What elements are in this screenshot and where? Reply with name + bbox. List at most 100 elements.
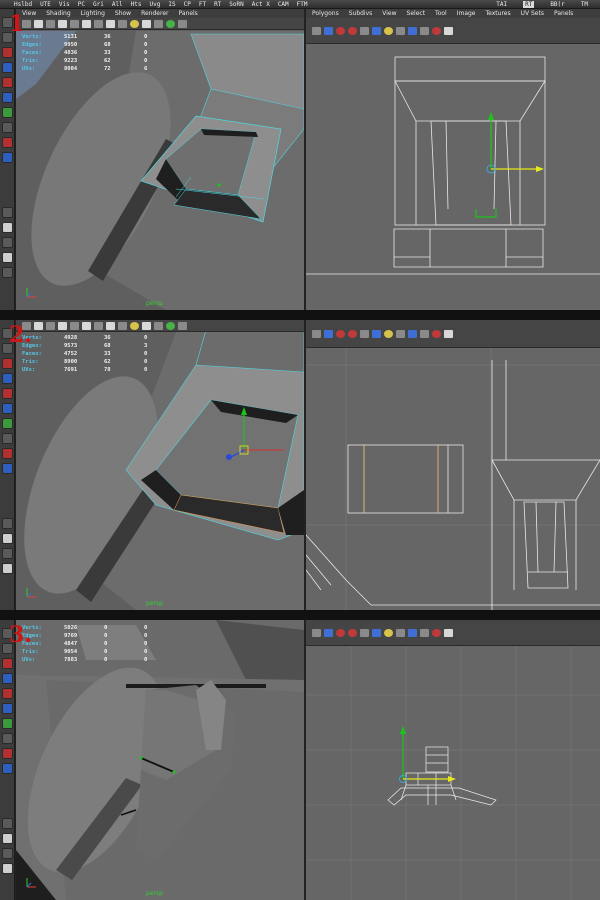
flip-icon[interactable] <box>312 628 321 637</box>
shaded-uv-icon[interactable] <box>444 26 453 35</box>
shadow-icon[interactable] <box>118 321 127 330</box>
wireframe-icon[interactable] <box>70 321 79 330</box>
snap-icon[interactable] <box>396 26 405 35</box>
scale-tool-icon[interactable] <box>1 703 13 714</box>
menu-uv-panels[interactable]: Panels <box>554 10 573 17</box>
perspective-viewport[interactable]: View Shading Lighting Show Renderer Pane… <box>16 9 304 310</box>
grid-uv-icon[interactable] <box>384 628 393 637</box>
rotate-uv-icon[interactable] <box>324 628 333 637</box>
smooth-shade-icon[interactable] <box>82 19 91 28</box>
shelf-button[interactable]: TAI <box>496 1 507 8</box>
field-chart-icon[interactable] <box>178 19 187 28</box>
flip-icon[interactable] <box>312 329 321 338</box>
move-sew-icon[interactable] <box>360 329 369 338</box>
bookmark-icon[interactable] <box>46 321 55 330</box>
rotate-tool-icon[interactable] <box>1 77 13 88</box>
menu-lighting[interactable]: Lighting <box>81 10 105 17</box>
shelf-tab[interactable]: Vis <box>59 1 70 8</box>
shadow-icon[interactable] <box>118 19 127 28</box>
snap-icon[interactable] <box>396 329 405 338</box>
cut-uv-icon[interactable] <box>336 329 345 338</box>
shelf-tab[interactable]: All <box>112 1 123 8</box>
shelf-tab[interactable]: RT <box>214 1 221 8</box>
layout-uv-icon[interactable] <box>372 329 381 338</box>
layout-four-icon[interactable] <box>1 222 13 233</box>
layout-four-icon[interactable] <box>1 833 13 844</box>
soft-mod-icon[interactable] <box>1 748 13 759</box>
show-manip-icon[interactable] <box>1 152 13 163</box>
isolate-uv-icon[interactable] <box>408 329 417 338</box>
grid-icon[interactable] <box>34 321 43 330</box>
show-manip-icon[interactable] <box>1 763 13 774</box>
shelf-tab[interactable]: PC <box>78 1 85 8</box>
perspective-viewport[interactable]: Verts: 5026 0 0 Edges: 9769 0 0 Faces: 4847 0 0 Tris… <box>16 620 304 900</box>
shelf-tab[interactable]: Gri <box>93 1 104 8</box>
shelf-button[interactable]: BB(r <box>550 1 564 8</box>
checker-icon[interactable] <box>432 26 441 35</box>
shelf-tab[interactable]: Hslbd <box>14 1 32 8</box>
last-tool-icon[interactable] <box>1 433 13 444</box>
layout-uv-icon[interactable] <box>372 628 381 637</box>
rotate-tool-icon[interactable] <box>1 688 13 699</box>
menu-tool[interactable]: Tool <box>435 10 447 17</box>
field-chart-icon[interactable] <box>178 321 187 330</box>
manipulator-icon[interactable] <box>1 418 13 429</box>
shelf-button[interactable]: RT <box>523 0 535 8</box>
shelf-tab[interactable]: Act X <box>252 1 270 8</box>
checker-icon[interactable] <box>432 329 441 338</box>
paint-tool-icon[interactable] <box>1 47 13 58</box>
xray-icon[interactable] <box>142 321 151 330</box>
layout-side-icon[interactable] <box>1 237 13 248</box>
uv-texture-editor[interactable] <box>306 320 600 610</box>
outliner-icon[interactable] <box>1 863 13 874</box>
image-plane-icon[interactable] <box>58 321 67 330</box>
manipulator-icon[interactable] <box>1 107 13 118</box>
move-sew-icon[interactable] <box>360 628 369 637</box>
film-gate-icon[interactable] <box>166 19 175 28</box>
shelf-button[interactable]: TM <box>581 1 588 8</box>
light-icon[interactable] <box>106 321 115 330</box>
light-icon[interactable] <box>106 19 115 28</box>
isolate-uv-icon[interactable] <box>408 26 417 35</box>
menu-select[interactable]: Select <box>407 10 426 17</box>
soft-mod-icon[interactable] <box>1 448 13 459</box>
move-tool-icon[interactable] <box>1 373 13 384</box>
shelf-tab[interactable]: IS <box>168 1 175 8</box>
shelf-tab[interactable]: FT <box>199 1 206 8</box>
shelf-tab[interactable]: CAM <box>278 1 289 8</box>
menu-image[interactable]: Image <box>457 10 476 17</box>
flip-icon[interactable] <box>312 26 321 35</box>
sew-uv-icon[interactable] <box>348 26 357 35</box>
uv-texture-editor[interactable]: Polygons Subdivs View Select Tool Image … <box>306 9 600 310</box>
shelf-tab[interactable]: Uvg <box>150 1 161 8</box>
menu-subdivs[interactable]: Subdivs <box>349 10 373 17</box>
rotate-uv-icon[interactable] <box>324 26 333 35</box>
last-tool-icon[interactable] <box>1 733 13 744</box>
scale-tool-icon[interactable] <box>1 403 13 414</box>
sew-uv-icon[interactable] <box>348 628 357 637</box>
menu-uv-sets[interactable]: UV Sets <box>521 10 544 17</box>
rotate-tool-icon[interactable] <box>1 388 13 399</box>
layout-single-icon[interactable] <box>1 207 13 218</box>
move-tool-icon[interactable] <box>1 62 13 73</box>
perspective-viewport[interactable]: Verts: 4928 36 0 Edges: 9573 68 3 Faces: 4752 33 0 T… <box>16 320 304 610</box>
film-gate-icon[interactable] <box>166 321 175 330</box>
rotate-uv-icon[interactable] <box>324 329 333 338</box>
dim-image-icon[interactable] <box>420 26 429 35</box>
menu-show[interactable]: Show <box>115 10 131 17</box>
paint-tool-icon[interactable] <box>1 658 13 669</box>
xray-icon[interactable] <box>142 19 151 28</box>
bookmark-icon[interactable] <box>46 19 55 28</box>
resolution-gate-icon[interactable] <box>154 321 163 330</box>
show-manip-icon[interactable] <box>1 463 13 474</box>
menu-uv-view[interactable]: View <box>382 10 396 17</box>
manipulator-icon[interactable] <box>1 718 13 729</box>
move-sew-icon[interactable] <box>360 26 369 35</box>
grid-uv-icon[interactable] <box>384 329 393 338</box>
shelf-tab[interactable]: FTM <box>297 1 308 8</box>
checker-icon[interactable] <box>432 628 441 637</box>
shaded-uv-icon[interactable] <box>444 329 453 338</box>
layout-four-icon[interactable] <box>1 533 13 544</box>
outliner-icon[interactable] <box>1 252 13 263</box>
menu-textures[interactable]: Textures <box>486 10 511 17</box>
